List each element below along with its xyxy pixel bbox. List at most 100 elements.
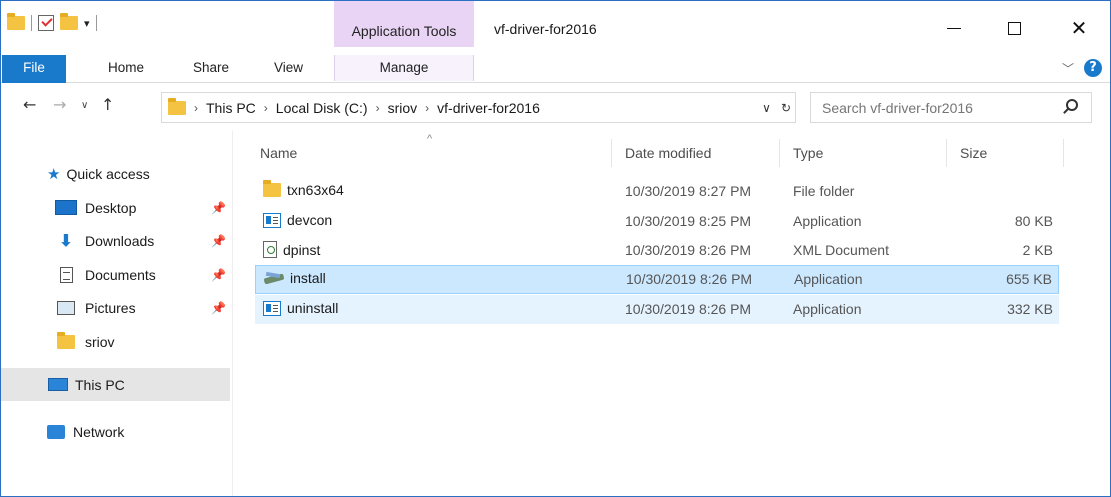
address-bar[interactable]: › This PC › Local Disk (C:) › sriov › vf… [161, 92, 796, 123]
file-size: 332 KB [1007, 301, 1053, 317]
toolbar-separator [95, 15, 97, 31]
file-name: install [290, 270, 326, 286]
breadcrumb-sriov[interactable]: sriov [388, 100, 418, 116]
quick-access-toolbar: ▾ [7, 11, 97, 35]
column-divider[interactable] [779, 139, 780, 167]
file-type: Application [793, 213, 862, 229]
file-type: Application [793, 301, 862, 317]
minimize-button[interactable] [931, 13, 977, 43]
folder-icon [263, 180, 281, 197]
column-divider[interactable] [611, 139, 612, 167]
column-header-name[interactable]: Name [260, 145, 297, 161]
pin-icon[interactable]: 📌 [211, 234, 226, 248]
address-row: ← → ∨ ↑ › This PC › Local Disk (C:) › sr… [1, 87, 1110, 127]
file-row-uninstall[interactable]: uninstall 10/30/2019 8:26 PM Application… [255, 295, 1059, 324]
column-header-type[interactable]: Type [793, 145, 823, 161]
tab-home[interactable]: Home [108, 55, 144, 81]
expand-ribbon-chevron-icon[interactable]: ﹀ [1062, 60, 1074, 77]
window-title: vf-driver-for2016 [494, 21, 597, 37]
sidebar-item-quick-access[interactable]: ★ Quick access [47, 157, 230, 190]
title-bar: ▾ Application Tools vf-driver-for2016 ✕ [1, 1, 1110, 47]
sidebar-item-label: Downloads [85, 232, 155, 249]
file-type: File folder [793, 183, 855, 199]
sidebar-item-label: This PC [75, 376, 125, 393]
application-icon [263, 212, 281, 228]
file-row-install[interactable]: install 10/30/2019 8:26 PM Application 6… [255, 265, 1059, 294]
file-name-cell: uninstall [263, 300, 338, 316]
documents-icon [59, 266, 73, 283]
file-name: dpinst [283, 241, 321, 258]
file-name-cell: dpinst [263, 241, 320, 258]
sidebar-item-desktop[interactable]: Desktop 📌 [55, 191, 230, 224]
sidebar-item-network[interactable]: Network [45, 415, 230, 448]
navigation-pane: ★ Quick access Desktop 📌 ⬇ Downloads 📌 D… [1, 131, 233, 496]
close-button[interactable]: ✕ [1056, 13, 1102, 43]
column-header-size[interactable]: Size [960, 145, 987, 161]
application-icon [263, 300, 281, 316]
address-history-chevron-icon[interactable]: ∨ [762, 101, 771, 115]
file-name: txn63x64 [287, 182, 344, 198]
file-name-cell: devcon [263, 212, 332, 228]
breadcrumb-separator-icon[interactable]: › [264, 101, 268, 115]
customize-toolbar-dropdown-icon[interactable]: ▾ [84, 17, 90, 30]
forward-arrow-icon[interactable]: → [53, 95, 66, 114]
breadcrumb-separator-icon[interactable]: › [376, 101, 380, 115]
ribbon-tabs: File Home Share View Manage ﹀ ? [1, 47, 1110, 83]
sidebar-item-label: Documents [85, 266, 156, 283]
column-divider[interactable] [946, 139, 947, 167]
folder-icon [57, 331, 75, 349]
new-folder-icon[interactable] [60, 13, 78, 30]
file-row-txn63x64[interactable]: txn63x64 10/30/2019 8:27 PM File folder [255, 177, 1059, 206]
up-arrow-icon[interactable]: ↑ [101, 95, 114, 114]
breadcrumb-separator-icon[interactable]: › [194, 101, 198, 115]
breadcrumb-separator-icon[interactable]: › [425, 101, 429, 115]
pin-icon[interactable]: 📌 [211, 201, 226, 215]
file-name: devcon [287, 212, 333, 228]
sidebar-item-label: Network [73, 423, 125, 440]
column-header-date-modified[interactable]: Date modified [625, 145, 711, 161]
pin-icon[interactable]: 📌 [211, 301, 226, 315]
refresh-icon[interactable]: ↻ [781, 101, 791, 115]
file-date: 10/30/2019 8:27 PM [625, 183, 752, 199]
pictures-icon [57, 300, 75, 315]
folder-icon[interactable] [7, 13, 25, 30]
tab-view[interactable]: View [274, 55, 303, 81]
sidebar-item-pictures[interactable]: Pictures 📌 [55, 291, 230, 324]
folder-icon-wrap [55, 331, 77, 349]
help-icon[interactable]: ? [1084, 59, 1102, 77]
sidebar-item-downloads[interactable]: ⬇ Downloads 📌 [55, 224, 230, 257]
network-icon-wrap [45, 424, 67, 439]
file-row-devcon[interactable]: devcon 10/30/2019 8:25 PM Application 80… [255, 207, 1059, 236]
sidebar-item-label: sriov [85, 333, 115, 350]
installer-icon [264, 271, 284, 286]
sidebar-item-this-pc[interactable]: This PC [1, 368, 230, 401]
maximize-button[interactable] [991, 13, 1037, 43]
breadcrumb-vf-driver-for2016[interactable]: vf-driver-for2016 [437, 100, 540, 116]
file-size: 80 KB [1014, 213, 1053, 229]
sidebar-item-sriov[interactable]: sriov [55, 325, 230, 358]
network-icon [47, 424, 65, 439]
recent-locations-chevron-icon[interactable]: ∨ [81, 100, 88, 111]
file-size: 2 KB [1022, 242, 1053, 258]
file-name: uninstall [287, 300, 339, 316]
pin-icon[interactable]: 📌 [211, 268, 226, 282]
file-date: 10/30/2019 8:25 PM [625, 213, 752, 229]
search-input[interactable] [810, 92, 1092, 123]
properties-icon[interactable] [38, 15, 54, 31]
desktop-icon-wrap [55, 200, 77, 215]
search-icon[interactable] [1066, 99, 1078, 111]
back-arrow-icon[interactable]: ← [23, 95, 36, 114]
breadcrumb-this-pc[interactable]: This PC [206, 100, 256, 116]
sidebar-item-documents[interactable]: Documents 📌 [55, 258, 230, 291]
tab-file[interactable]: File [2, 55, 66, 83]
pictures-icon-wrap [55, 300, 77, 315]
tab-manage[interactable]: Manage [334, 55, 474, 81]
xml-document-icon [263, 241, 277, 258]
maximize-icon [1007, 21, 1021, 35]
file-size: 655 KB [1006, 271, 1052, 287]
file-row-dpinst[interactable]: dpinst 10/30/2019 8:26 PM XML Document 2… [255, 236, 1059, 265]
explorer-window: ▾ Application Tools vf-driver-for2016 ✕ … [0, 0, 1111, 497]
tab-share[interactable]: Share [193, 55, 229, 81]
column-divider[interactable] [1063, 139, 1064, 167]
breadcrumb-local-disk[interactable]: Local Disk (C:) [276, 100, 368, 116]
